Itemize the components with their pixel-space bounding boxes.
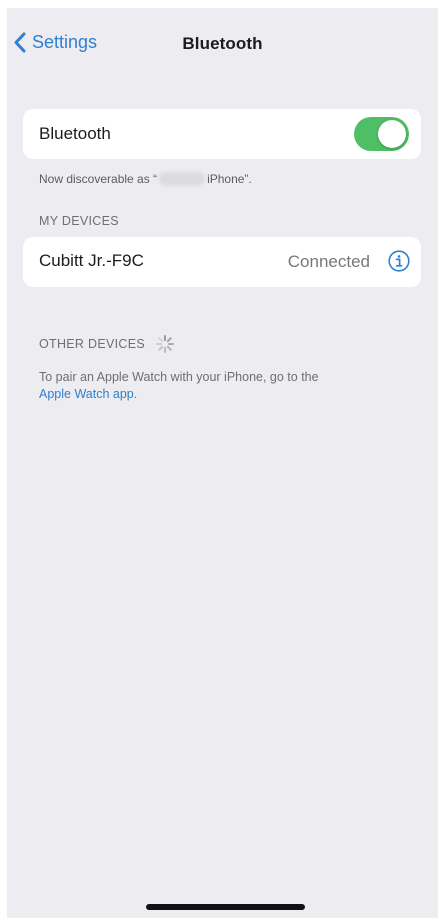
pair-note-text: To pair an Apple Watch with your iPhone,… bbox=[39, 370, 319, 384]
discoverable-prefix: Now discoverable as “ bbox=[39, 172, 158, 186]
apple-watch-pair-note: To pair an Apple Watch with your iPhone,… bbox=[39, 369, 409, 403]
discoverable-note: Now discoverable as “ iPhone”. bbox=[39, 172, 252, 186]
device-status: Connected bbox=[287, 252, 370, 271]
navigation-bar: Settings Bluetooth bbox=[7, 8, 438, 80]
toggle-knob bbox=[378, 120, 406, 148]
device-row[interactable]: Cubitt Jr.-F9C Connected bbox=[23, 237, 421, 287]
page-title: Bluetooth bbox=[182, 34, 263, 53]
loading-spinner-icon bbox=[156, 335, 174, 353]
bluetooth-toggle-row: Bluetooth bbox=[23, 109, 421, 159]
bluetooth-toggle[interactable] bbox=[354, 117, 409, 151]
bluetooth-settings-screen: Settings Bluetooth Bluetooth Now discove… bbox=[7, 8, 438, 918]
bluetooth-label: Bluetooth bbox=[39, 124, 111, 143]
my-devices-header: MY DEVICES bbox=[39, 214, 119, 228]
discoverable-suffix: iPhone”. bbox=[207, 172, 252, 186]
device-name: Cubitt Jr.-F9C bbox=[39, 251, 144, 270]
home-indicator[interactable] bbox=[146, 904, 305, 910]
apple-watch-app-link[interactable]: Apple Watch app. bbox=[39, 387, 137, 401]
redacted-device-name bbox=[159, 172, 206, 186]
other-devices-label: OTHER DEVICES bbox=[39, 337, 145, 351]
other-devices-header: OTHER DEVICES bbox=[39, 334, 175, 354]
info-icon[interactable] bbox=[388, 250, 410, 272]
